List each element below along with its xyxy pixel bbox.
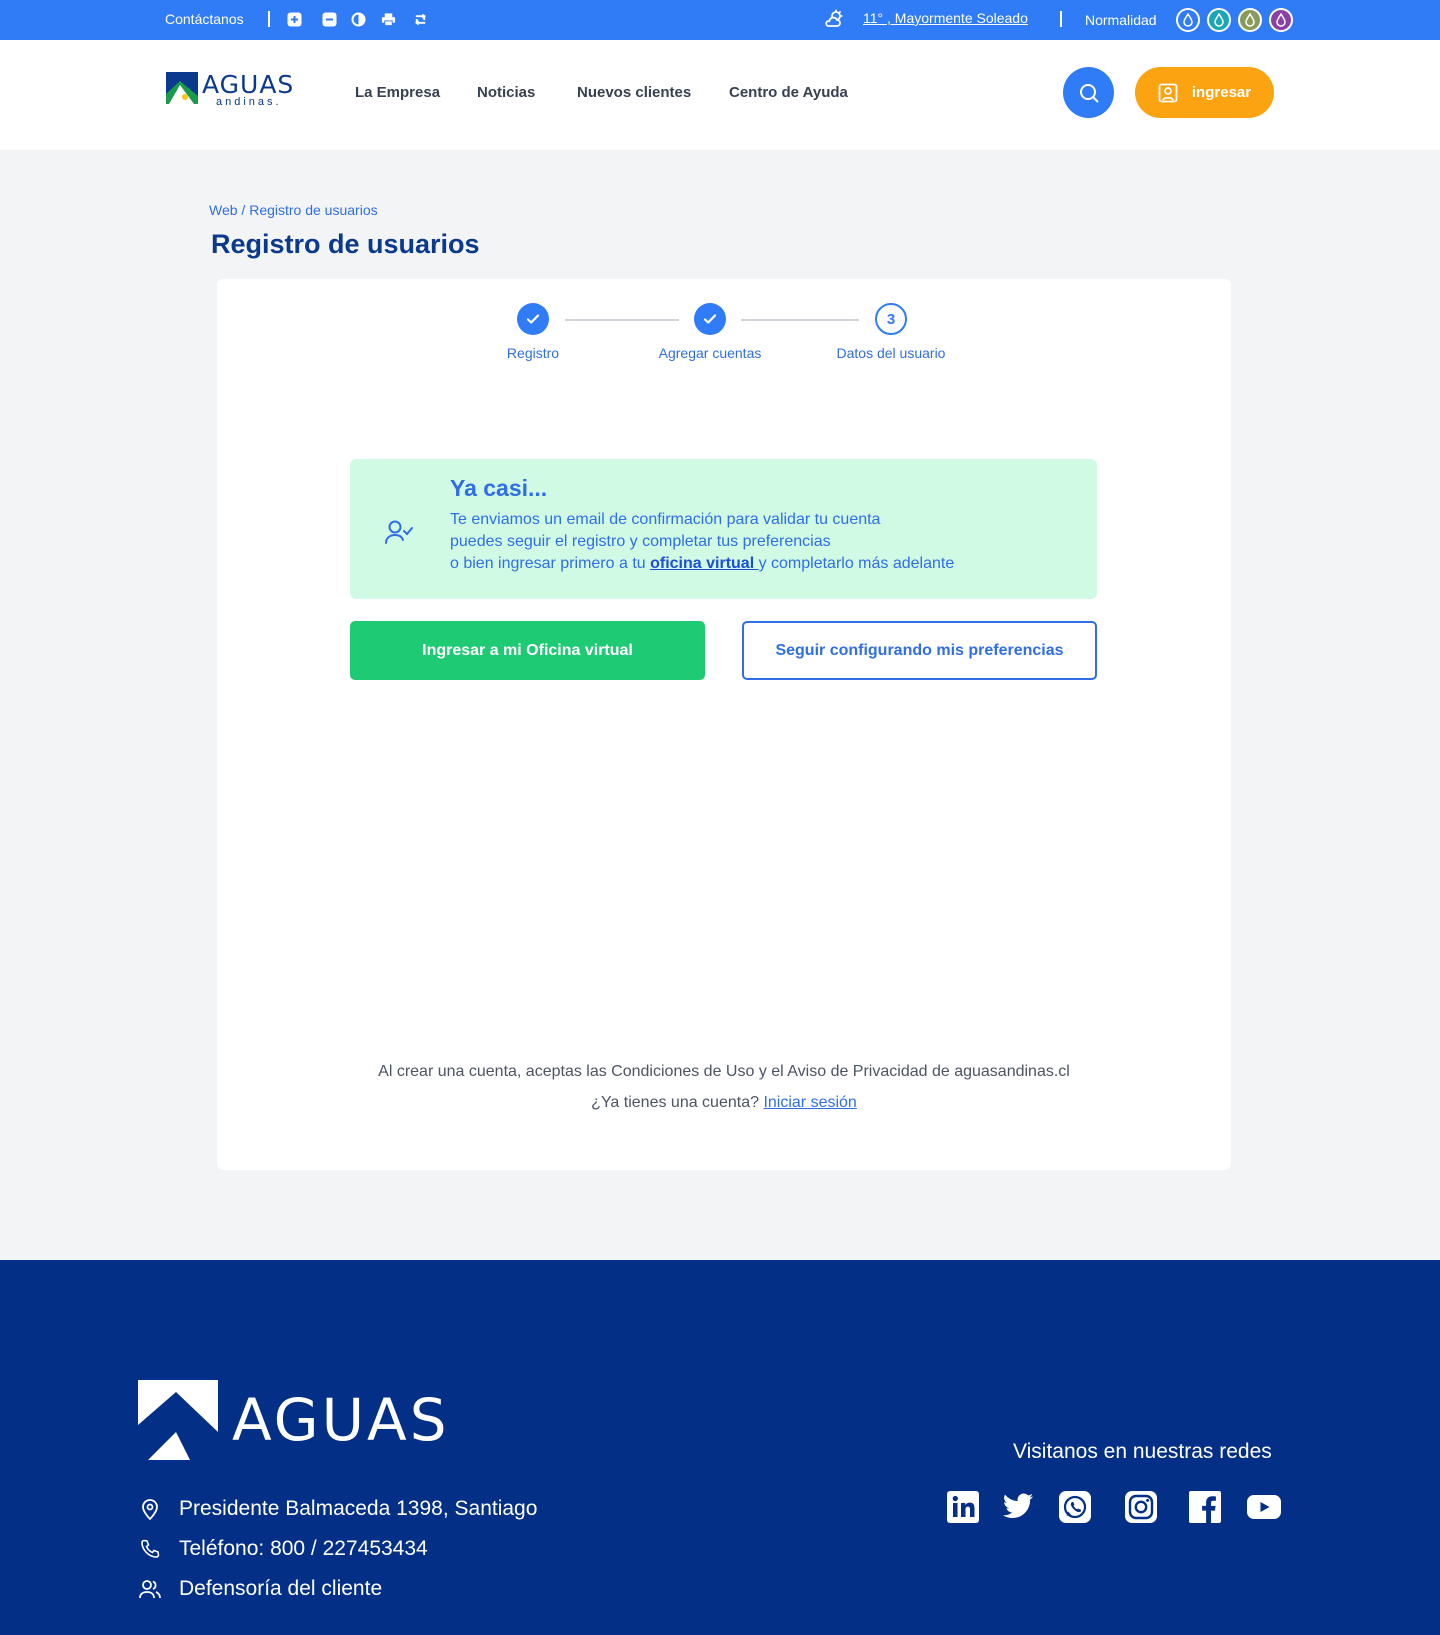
water-drop-icon[interactable] bbox=[1269, 8, 1293, 32]
confirmation-notice: Ya casi... Te enviamos un email de confi… bbox=[350, 459, 1097, 599]
linkedin-icon[interactable] bbox=[946, 1490, 980, 1524]
water-drop-icon[interactable] bbox=[1238, 8, 1262, 32]
search-button[interactable] bbox=[1063, 67, 1114, 118]
have-account-text: ¿Ya tienes una cuenta? Iniciar sesión bbox=[591, 1094, 857, 1111]
nav-la-empresa[interactable]: La Empresa bbox=[355, 84, 440, 101]
location-icon bbox=[138, 1498, 162, 1520]
notice-line-2: puedes seguir el registro y completar tu… bbox=[450, 533, 831, 550]
divider bbox=[268, 11, 270, 27]
facebook-icon[interactable] bbox=[1188, 1490, 1222, 1524]
youtube-icon[interactable] bbox=[1247, 1490, 1281, 1524]
registration-card: 3 Registro Agregar cuentas Datos del usu… bbox=[217, 279, 1231, 1170]
print-icon[interactable] bbox=[381, 12, 396, 27]
twitter-icon[interactable] bbox=[1001, 1490, 1035, 1524]
step-3-current: 3 bbox=[875, 303, 907, 335]
main-header: AGUAS andinas. La Empresa Noticias Nuevo… bbox=[0, 40, 1440, 150]
users-icon bbox=[138, 1579, 162, 1599]
nav-noticias[interactable]: Noticias bbox=[477, 84, 535, 101]
footer-address: Presidente Balmaceda 1398, Santiago bbox=[138, 1497, 537, 1521]
instagram-icon[interactable] bbox=[1124, 1490, 1158, 1524]
terms-text: Al crear una cuenta, aceptas las Condici… bbox=[378, 1063, 1070, 1080]
step-label-datos-usuario: Datos del usuario bbox=[836, 345, 946, 361]
divider bbox=[1060, 11, 1062, 27]
check-icon bbox=[703, 314, 717, 324]
increase-font-icon[interactable] bbox=[287, 12, 302, 27]
breadcrumb[interactable]: Web / Registro de usuarios bbox=[209, 202, 378, 218]
contact-link[interactable]: Contáctanos bbox=[165, 11, 244, 27]
continue-preferences-button[interactable]: Seguir configurando mis preferencias bbox=[742, 621, 1097, 680]
enter-virtual-office-button[interactable]: Ingresar a mi Oficina virtual bbox=[350, 621, 705, 680]
water-drop-icon[interactable] bbox=[1207, 8, 1231, 32]
oficina-virtual-link[interactable]: oficina virtual bbox=[650, 555, 758, 572]
step-connector bbox=[565, 319, 679, 321]
water-drop-icon[interactable] bbox=[1176, 8, 1200, 32]
logo-mark-icon bbox=[138, 1380, 218, 1460]
weather-icon bbox=[823, 9, 845, 32]
search-icon bbox=[1079, 83, 1098, 102]
footer-defensoria[interactable]: Defensoría del cliente bbox=[138, 1577, 382, 1601]
logo-text: AGUAS bbox=[202, 70, 295, 99]
logo-mark-icon bbox=[166, 72, 198, 104]
user-check-icon bbox=[384, 519, 414, 550]
footer-phone[interactable]: Teléfono: 800 / 227453434 bbox=[138, 1537, 428, 1561]
notice-line-1: Te enviamos un email de confirmación par… bbox=[450, 511, 881, 528]
company-logo[interactable]: AGUAS andinas. bbox=[166, 72, 294, 108]
login-label: ingresar bbox=[1191, 84, 1252, 101]
nav-nuevos-clientes[interactable]: Nuevos clientes bbox=[577, 84, 691, 101]
footer-logo[interactable]: AGUAS bbox=[138, 1380, 450, 1460]
page-title: Registro de usuarios bbox=[211, 229, 480, 259]
step-label-registro: Registro bbox=[506, 345, 560, 361]
user-card-icon bbox=[1158, 83, 1178, 102]
step-2-done bbox=[694, 303, 726, 335]
social-title: Visitanos en nuestras redes bbox=[1013, 1440, 1272, 1463]
decrease-font-icon[interactable] bbox=[322, 12, 337, 27]
footer-logo-text: AGUAS bbox=[232, 1386, 450, 1454]
whatsapp-icon[interactable] bbox=[1058, 1490, 1092, 1524]
reset-icon[interactable] bbox=[413, 12, 428, 27]
top-utility-bar: Contáctanos 11° , Mayormente Soleado Nor… bbox=[0, 0, 1440, 40]
step-label-agregar-cuentas: Agregar cuentas bbox=[658, 345, 762, 361]
check-icon bbox=[526, 314, 540, 324]
contrast-icon[interactable] bbox=[351, 12, 366, 27]
nav-centro-de-ayuda[interactable]: Centro de Ayuda bbox=[729, 84, 848, 101]
login-button[interactable]: ingresar bbox=[1135, 67, 1274, 118]
notice-title: Ya casi... bbox=[450, 475, 548, 501]
step-connector bbox=[741, 319, 859, 321]
weather-link[interactable]: 11° , Mayormente Soleado bbox=[863, 10, 1028, 26]
notice-line-3: o bien ingresar primero a tu oficina vir… bbox=[450, 555, 955, 572]
step-1-done bbox=[517, 303, 549, 335]
supply-status: Normalidad bbox=[1085, 12, 1157, 28]
footer: AGUAS Presidente Balmaceda 1398, Santiag… bbox=[0, 1260, 1440, 1635]
phone-icon bbox=[138, 1539, 162, 1559]
login-link[interactable]: Iniciar sesión bbox=[763, 1094, 856, 1111]
